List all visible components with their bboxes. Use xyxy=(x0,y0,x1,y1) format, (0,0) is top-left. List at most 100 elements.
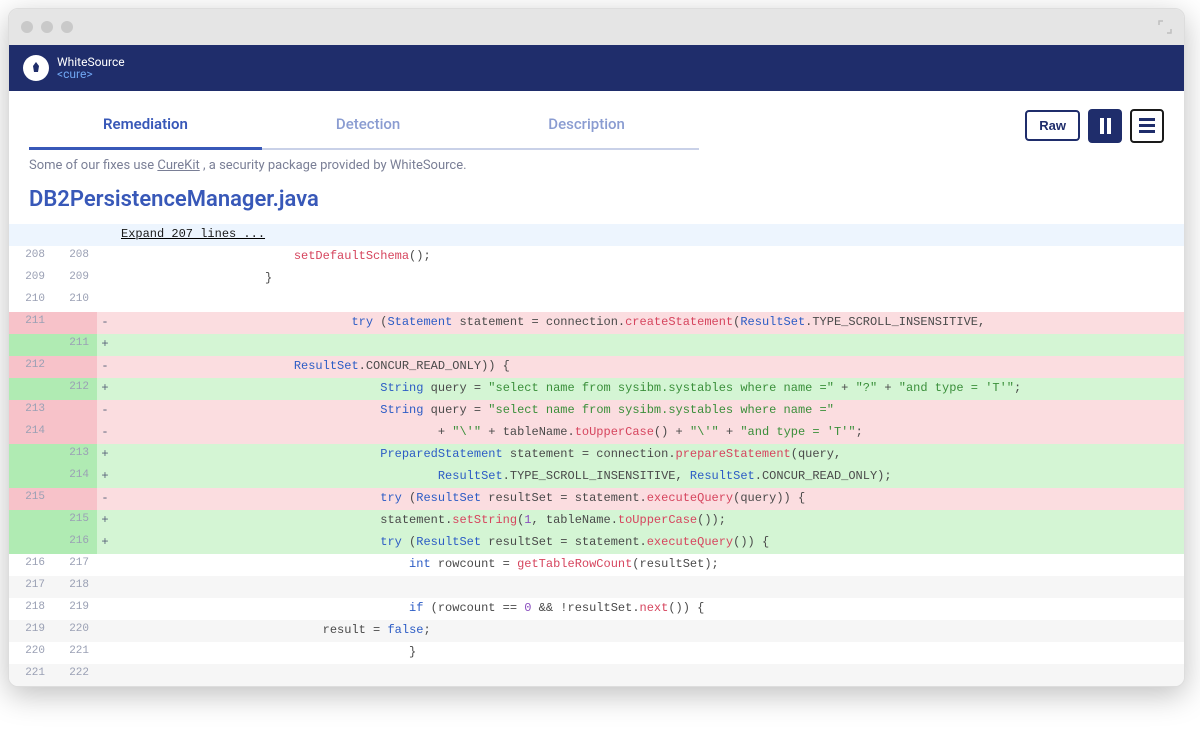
info-prefix: Some of our fixes use xyxy=(29,158,157,173)
code-content: PreparedStatement statement = connection… xyxy=(113,444,1184,466)
line-number-old: 217 xyxy=(9,576,53,598)
diff-line-context: 216217 int rowcount = getTableRowCount(r… xyxy=(9,554,1184,576)
diff-line-added: 215+ statement.setString(1, tableName.to… xyxy=(9,510,1184,532)
line-number-new: 222 xyxy=(53,664,97,686)
tab-description[interactable]: Description xyxy=(474,101,699,150)
code-content: } xyxy=(113,642,1184,664)
line-number-new: 211 xyxy=(53,334,97,356)
diff-sign xyxy=(97,246,113,268)
line-number-new: 213 xyxy=(53,444,97,466)
curekit-link[interactable]: CureKit xyxy=(157,158,199,173)
split-view-button[interactable] xyxy=(1088,109,1122,143)
code-content: try (ResultSet resultSet = statement.exe… xyxy=(113,532,1184,554)
line-number-new: 220 xyxy=(53,620,97,642)
diff-sign: - xyxy=(97,356,113,378)
maximize-dot[interactable] xyxy=(61,21,73,33)
expand-row[interactable]: Expand 207 lines ... xyxy=(9,224,1184,246)
file-title: DB2PersistenceManager.java xyxy=(9,177,1184,224)
diff-line-context: 217218 xyxy=(9,576,1184,598)
diff-sign: + xyxy=(97,510,113,532)
line-number-new: 219 xyxy=(53,598,97,620)
diff-line-added: 216+ try (ResultSet resultSet = statemen… xyxy=(9,532,1184,554)
code-content: String query = "select name from sysibm.… xyxy=(113,378,1184,400)
columns-icon xyxy=(1100,118,1111,134)
tab-detection[interactable]: Detection xyxy=(262,101,474,150)
line-number-old xyxy=(9,444,53,466)
code-content: setDefaultSchema(); xyxy=(113,246,1184,268)
line-number-new: 212 xyxy=(53,378,97,400)
line-number-new: 221 xyxy=(53,642,97,664)
sub-nav: Remediation Detection Description Raw xyxy=(9,91,1184,150)
expand-label: Expand 207 lines ... xyxy=(113,224,1184,246)
tabs: Remediation Detection Description xyxy=(29,101,699,150)
line-number-old: 212 xyxy=(9,356,53,378)
line-number-new xyxy=(53,422,97,444)
line-number-old: 213 xyxy=(9,400,53,422)
diff-sign xyxy=(97,268,113,290)
code-content: ResultSet.TYPE_SCROLL_INSENSITIVE, Resul… xyxy=(113,466,1184,488)
line-number-old: 214 xyxy=(9,422,53,444)
line-number-new: 218 xyxy=(53,576,97,598)
code-content: if (rowcount == 0 && !resultSet.next()) … xyxy=(113,598,1184,620)
info-suffix: , a security package provided by WhiteSo… xyxy=(200,158,467,173)
line-number-old xyxy=(9,466,53,488)
diff-line-context: 209209 } xyxy=(9,268,1184,290)
diff-sign: + xyxy=(97,466,113,488)
diff-line-added: 211+ xyxy=(9,334,1184,356)
line-number-new: 215 xyxy=(53,510,97,532)
code-content xyxy=(113,334,1184,356)
diff-sign xyxy=(97,576,113,598)
diff-sign xyxy=(97,620,113,642)
diff-line-context: 218219 if (rowcount == 0 && !resultSet.n… xyxy=(9,598,1184,620)
logo-line2: <cure> xyxy=(57,68,125,80)
line-number-new xyxy=(53,356,97,378)
logo-icon xyxy=(23,55,49,81)
diff-line-context: 208208 setDefaultSchema(); xyxy=(9,246,1184,268)
info-text: Some of our fixes use CureKit , a securi… xyxy=(9,150,1184,177)
diff-line-deleted: 213- String query = "select name from sy… xyxy=(9,400,1184,422)
line-number-old: 219 xyxy=(9,620,53,642)
diff-sign xyxy=(97,290,113,312)
app-window: WhiteSource <cure> Remediation Detection… xyxy=(8,8,1185,687)
diff-sign: - xyxy=(97,422,113,444)
minimize-dot[interactable] xyxy=(41,21,53,33)
code-content: try (ResultSet resultSet = statement.exe… xyxy=(113,488,1184,510)
line-number-old xyxy=(9,510,53,532)
logo[interactable]: WhiteSource <cure> xyxy=(23,55,125,81)
close-dot[interactable] xyxy=(21,21,33,33)
code-content: int rowcount = getTableRowCount(resultSe… xyxy=(113,554,1184,576)
diff-line-added: 213+ PreparedStatement statement = conne… xyxy=(9,444,1184,466)
diff-line-context: 220221 } xyxy=(9,642,1184,664)
line-number-old: 211 xyxy=(9,312,53,334)
diff-line-deleted: 214 - + "\'" + tableName.toUpperCase() + … xyxy=(9,422,1184,444)
unified-view-button[interactable] xyxy=(1130,109,1164,143)
diff-sign: - xyxy=(97,312,113,334)
line-number-old xyxy=(9,532,53,554)
diff-sign xyxy=(97,642,113,664)
code-content: try (Statement statement = connection.cr… xyxy=(113,312,1184,334)
tab-remediation[interactable]: Remediation xyxy=(29,101,262,150)
code-content xyxy=(113,576,1184,598)
diff-sign xyxy=(97,664,113,686)
diff-sign: + xyxy=(97,334,113,356)
diff-sign: - xyxy=(97,400,113,422)
diff-sign: - xyxy=(97,488,113,510)
code-content: result = false; xyxy=(113,620,1184,642)
line-number-new xyxy=(53,488,97,510)
code-content xyxy=(113,290,1184,312)
diff-line-deleted: 215- try (ResultSet resultSet = statemen… xyxy=(9,488,1184,510)
expand-icon[interactable] xyxy=(1158,19,1172,33)
logo-text: WhiteSource <cure> xyxy=(57,56,125,80)
code-content: } xyxy=(113,268,1184,290)
line-number-old: 221 xyxy=(9,664,53,686)
line-number-new xyxy=(53,400,97,422)
diff-line-context: 219220 result = false; xyxy=(9,620,1184,642)
line-number-old: 209 xyxy=(9,268,53,290)
diff-line-context: 210210 xyxy=(9,290,1184,312)
line-number-new: 208 xyxy=(53,246,97,268)
raw-button[interactable]: Raw xyxy=(1025,110,1080,141)
line-number-new xyxy=(53,312,97,334)
code-content: ResultSet.CONCUR_READ_ONLY)) { xyxy=(113,356,1184,378)
window-traffic-lights xyxy=(21,21,73,33)
code-content: + "\'" + tableName.toUpperCase() + "\'" … xyxy=(113,422,1184,444)
